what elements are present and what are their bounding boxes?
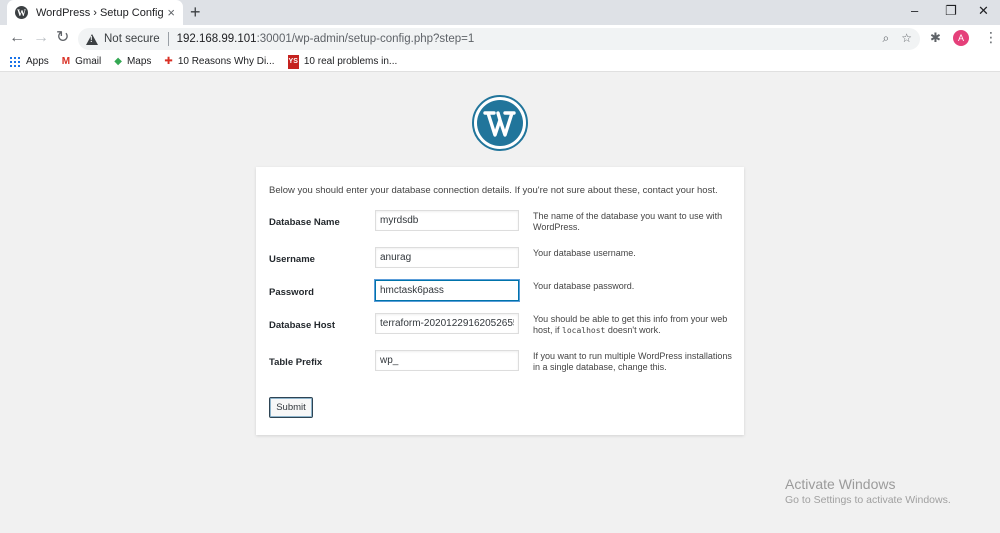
profile-avatar[interactable]: A [953, 30, 969, 46]
bookmark-10-real-problems[interactable]: YS 10 real problems in... [287, 54, 398, 69]
help-text: doesn't work. [605, 325, 661, 335]
database-name-input[interactable] [375, 210, 519, 231]
bookmark-maps[interactable]: ◆ Maps [114, 56, 151, 67]
menu-icon[interactable]: ⋮ [984, 29, 998, 45]
wordpress-logo-icon[interactable] [472, 95, 528, 151]
bookmark-label: 10 real problems in... [303, 56, 398, 67]
field-label: Table Prefix [269, 357, 323, 368]
new-tab-icon[interactable]: + [190, 3, 201, 21]
warning-icon[interactable] [86, 33, 98, 45]
bookmark-label: 10 Reasons Why Di... [177, 56, 275, 67]
wordpress-favicon-icon: W [15, 6, 28, 19]
bookmarks-bar: Apps M Gmail ◆ Maps ✚ 10 Reasons Why Di.… [0, 52, 1000, 72]
tab-strip: W WordPress › Setup Configuration × + – … [0, 0, 1000, 25]
field-label: Username [269, 254, 315, 265]
field-help: Your database username. [533, 248, 636, 258]
extensions-icon[interactable]: ✱ [930, 30, 941, 46]
bookmark-label: Apps [26, 56, 49, 67]
ys-icon: YS [287, 54, 299, 69]
back-icon[interactable]: ← [9, 29, 25, 47]
database-host-input[interactable] [375, 313, 519, 334]
bookmark-star-icon[interactable]: ☆ [901, 31, 912, 46]
minimize-icon[interactable]: – [911, 3, 918, 18]
bookmark-10-reasons[interactable]: ✚ 10 Reasons Why Di... [164, 56, 274, 67]
table-prefix-input[interactable] [375, 350, 519, 371]
password-input[interactable] [375, 280, 519, 301]
field-label: Password [269, 287, 314, 298]
restore-icon[interactable]: ❐ [945, 3, 957, 19]
submit-button[interactable]: Submit [269, 397, 313, 418]
localhost-code: localhost [562, 326, 606, 335]
field-label: Database Name [269, 217, 340, 228]
zoom-icon[interactable]: ⌕ [883, 31, 890, 46]
omnibox-actions: ⌕ ☆ [883, 31, 913, 46]
username-input[interactable] [375, 247, 519, 268]
activate-windows-subtitle: Go to Settings to activate Windows. [785, 494, 951, 506]
url-host: 192.168.99.101 [176, 33, 257, 45]
field-help: If you want to run multiple WordPress in… [533, 351, 732, 372]
window-close-icon[interactable]: ✕ [978, 3, 989, 19]
reload-icon[interactable]: ↻ [56, 29, 69, 47]
intro-text: Below you should enter your database con… [269, 185, 718, 196]
maps-icon: ◆ [114, 55, 122, 67]
url-separator [167, 32, 169, 46]
url-path: :30001/wp-admin/setup-config.php?step=1 [256, 33, 475, 45]
tab-close-icon[interactable]: × [167, 6, 175, 19]
bookmark-label: Maps [126, 56, 152, 67]
setup-form: Below you should enter your database con… [256, 167, 744, 435]
field-label: Database Host [269, 320, 335, 331]
field-help: Your database password. [533, 281, 635, 291]
activate-windows-title: Activate Windows [785, 476, 896, 492]
forward-icon[interactable]: → [33, 29, 49, 47]
bookmark-label: Gmail [75, 56, 102, 67]
apps-grid-icon [10, 56, 20, 67]
red-cross-icon: ✚ [164, 55, 173, 67]
browser-tab[interactable]: W WordPress › Setup Configuration × [7, 0, 183, 25]
tab-title: WordPress › Setup Configuration [36, 6, 164, 19]
bookmark-gmail[interactable]: M Gmail [62, 56, 101, 67]
browser-toolbar: ← → ↻ Not secure 192.168.99.101 :30001/w… [0, 25, 1000, 52]
bookmark-apps[interactable]: Apps [10, 56, 49, 67]
address-bar[interactable]: Not secure 192.168.99.101 :30001/wp-admi… [78, 28, 920, 50]
gmail-icon: M [61, 55, 71, 67]
field-help: The name of the database you want to use… [533, 211, 723, 232]
field-help: You should be able to get this info from… [533, 314, 733, 336]
security-label[interactable]: Not secure [104, 33, 160, 45]
